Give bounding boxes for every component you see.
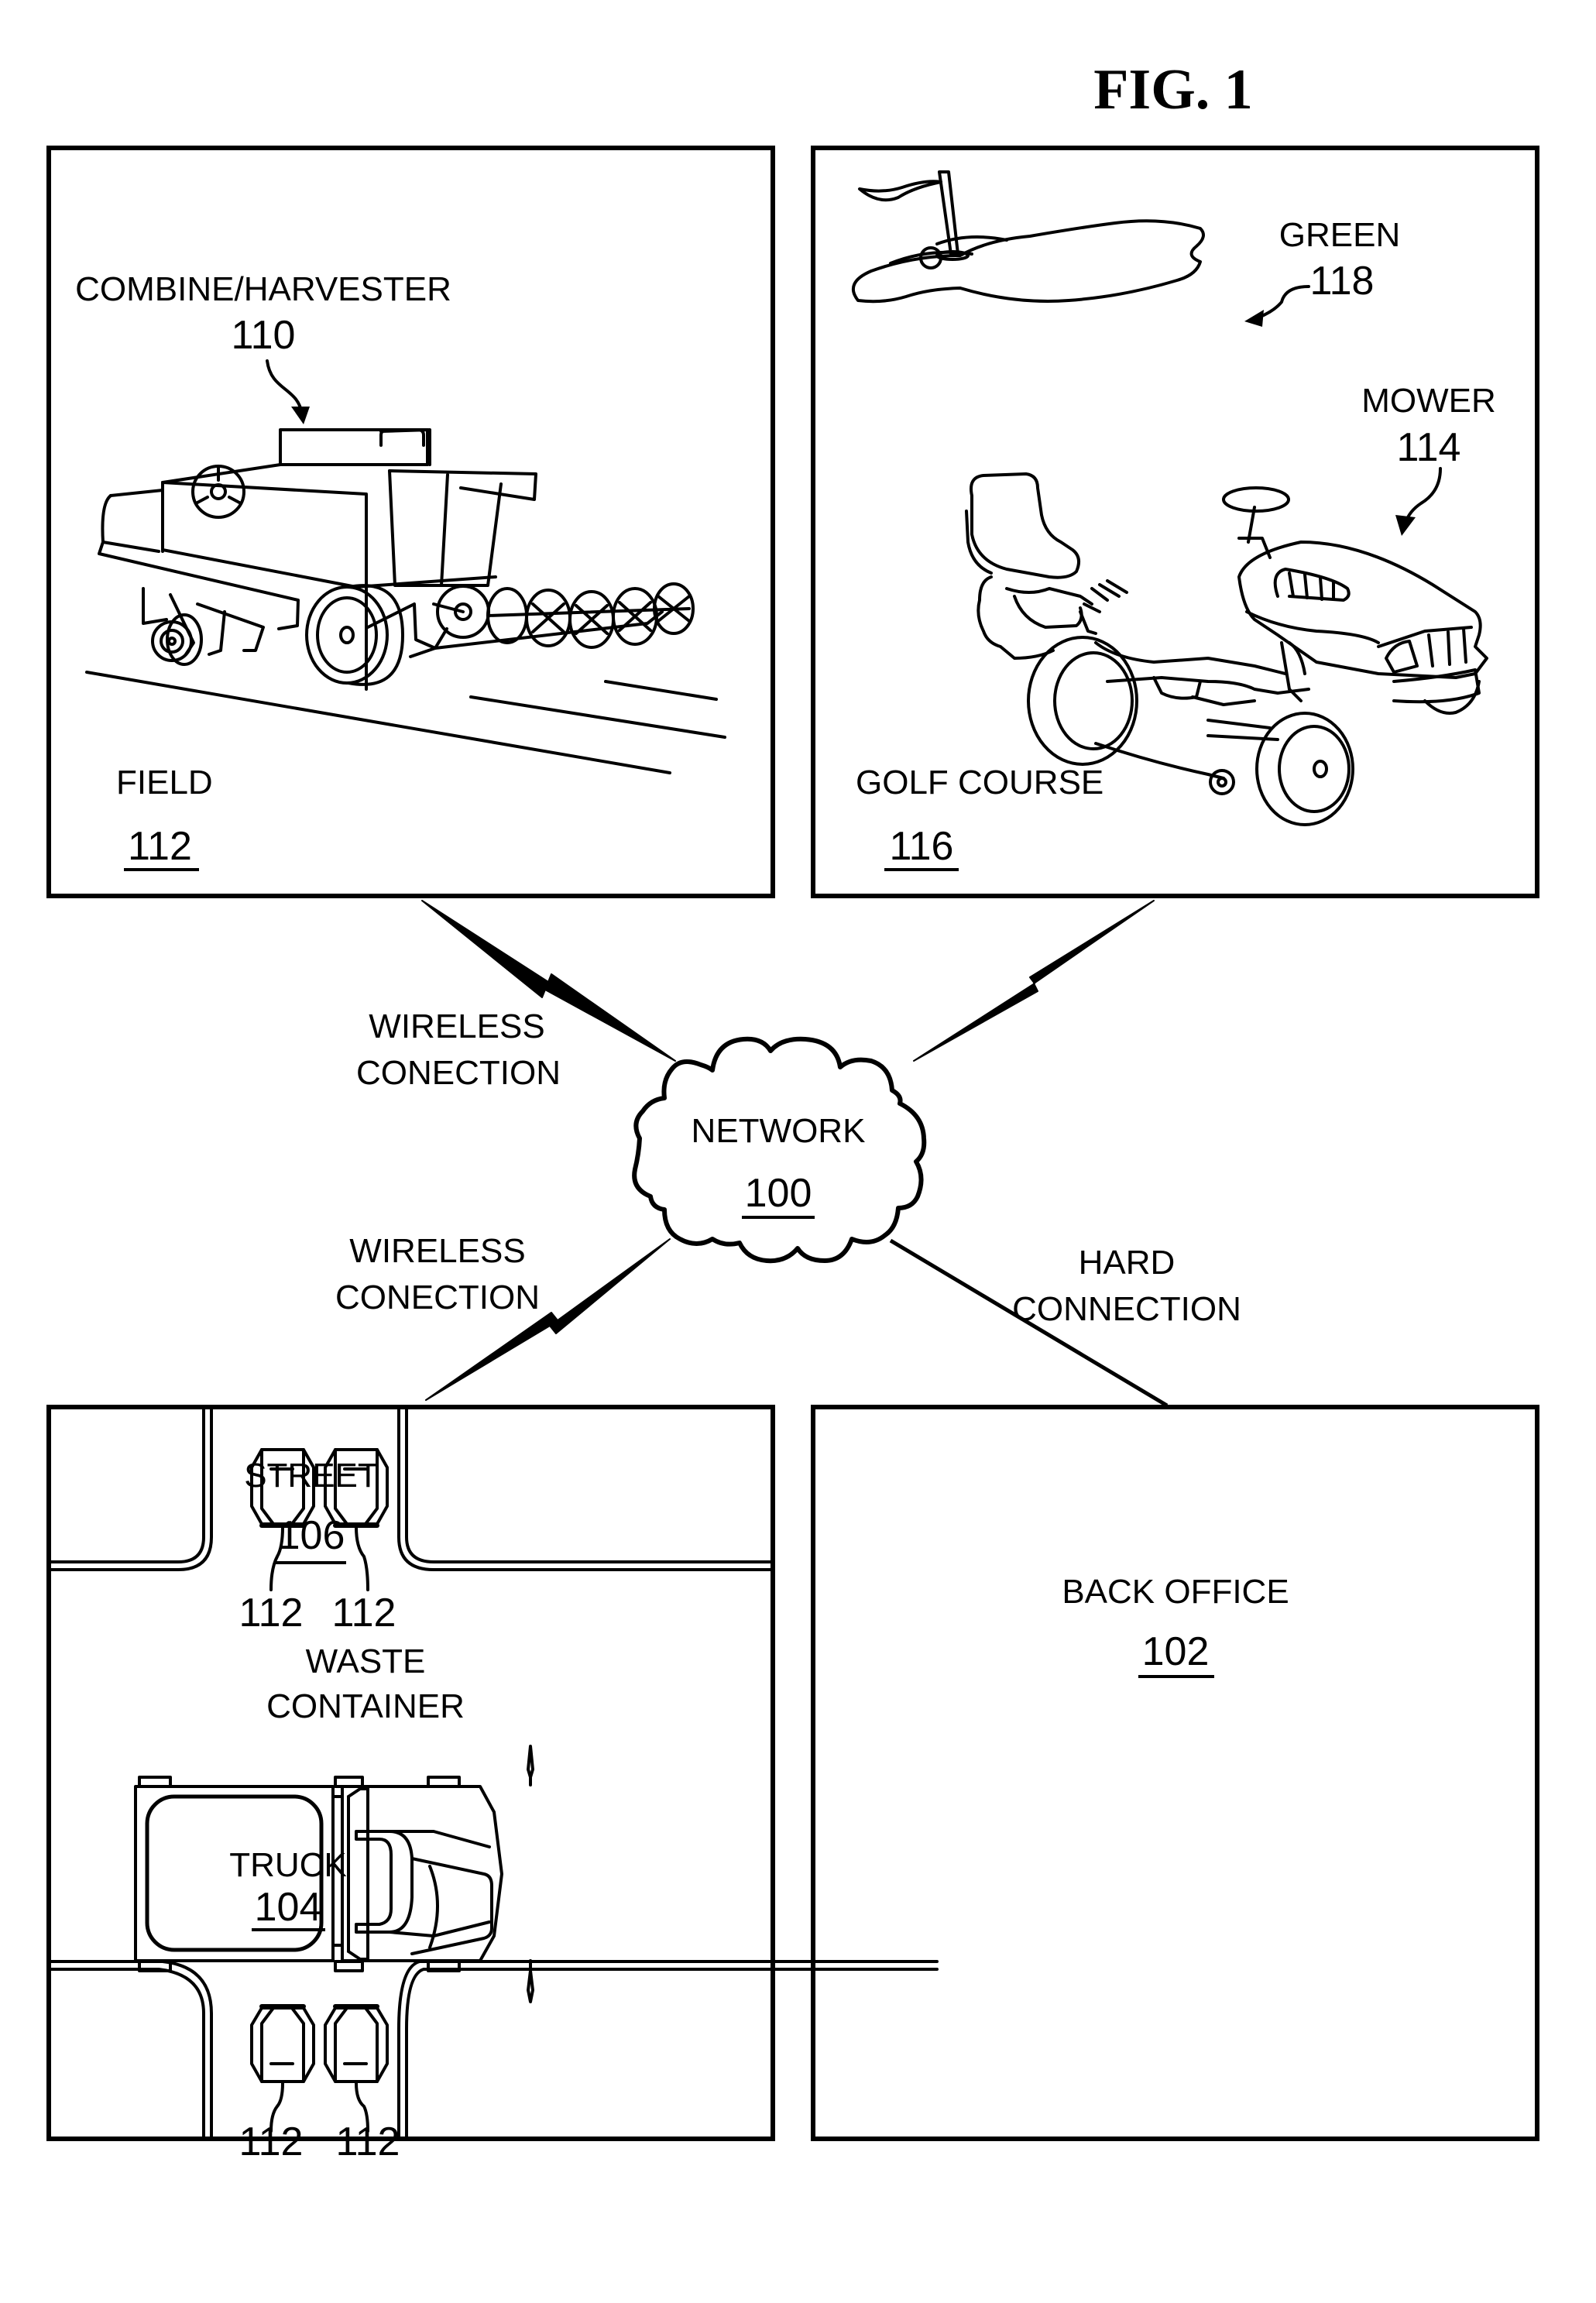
street-panel-border [46, 1405, 775, 2141]
back-office-ref: 102 [1142, 1629, 1210, 1674]
mower-leader-line [1404, 467, 1442, 524]
green-ref: 118 [1310, 259, 1375, 304]
green-leader-line [1257, 285, 1310, 319]
field-label: FIELD [116, 764, 213, 801]
waste-container-icon [250, 2004, 315, 2133]
field-panel: COMBINE/HARVESTER 110 FIELD 112 [46, 146, 775, 898]
mower-label: MOWER [1361, 382, 1496, 420]
container-ref: 112 [332, 1591, 396, 1635]
container-ref: 112 [239, 2119, 304, 2164]
back-office-panel-border [811, 1405, 1539, 2141]
wireless-label-bottom-line2: CONECTION [335, 1278, 540, 1316]
network-ref: 100 [745, 1171, 812, 1216]
wireless-label-top-line1: WIRELESS [369, 1007, 544, 1045]
back-office-panel: BACK OFFICE 102 [811, 1405, 1539, 2141]
mower-ref: 114 [1397, 425, 1461, 470]
golf-green-flag-icon [851, 170, 1205, 304]
container-ref: 112 [336, 2119, 400, 2164]
combine-ref: 110 [232, 313, 296, 358]
back-office-label: BACK OFFICE [1062, 1573, 1289, 1611]
truck-ref: 104 [255, 1885, 322, 1930]
golf-course-label: GOLF COURSE [856, 764, 1103, 801]
hard-connection-label-line2: CONNECTION [1012, 1290, 1241, 1328]
container-ref: 112 [239, 1591, 304, 1635]
waste-container-label-line1: WASTE [306, 1642, 426, 1680]
figure-title: FIG. 1 [1093, 58, 1253, 122]
combine-leader-arrowhead [291, 407, 310, 424]
hard-connection-label-line1: HARD [1079, 1244, 1176, 1282]
green-label: GREEN [1279, 216, 1400, 254]
street-ref: 106 [278, 1513, 345, 1558]
wireless-label-top-line2: CONECTION [356, 1054, 561, 1092]
patent-figure: FIG. 1 COMBINE/HARVESTER 110 FIELD 112 G… [0, 0, 1539, 2164]
combine-label: COMBINE/HARVESTER [75, 270, 451, 308]
street-panel: STREET 106 112 112 WASTE CONTAINER TRUCK… [46, 1405, 939, 2164]
curb-top-left [47, 1405, 213, 1571]
curb-bottom-left [47, 1960, 213, 2140]
waste-container-label-line2: CONTAINER [266, 1687, 465, 1725]
wireless-link-golf [913, 900, 1155, 1062]
curb-bottom-right [397, 1960, 939, 2140]
green-leader-arrowhead [1244, 310, 1264, 327]
truck-label: TRUCK [229, 1846, 347, 1884]
network-label: NETWORK [692, 1112, 866, 1150]
wireless-label-bottom-line1: WIRELESS [349, 1232, 525, 1270]
network-cloud: NETWORK 100 [632, 1036, 927, 1264]
combine-leader-line [266, 359, 304, 416]
field-ref: 112 [128, 824, 192, 869]
curb-top-right [397, 1405, 774, 1571]
mower-leader-arrowhead [1395, 515, 1416, 536]
golf-course-panel: GREEN 118 MOWER 114 GOLF COURSE 116 [811, 146, 1539, 898]
combine-harvester-icon [85, 428, 726, 774]
golf-course-ref: 116 [890, 824, 954, 869]
waste-container-icon [324, 2004, 389, 2133]
